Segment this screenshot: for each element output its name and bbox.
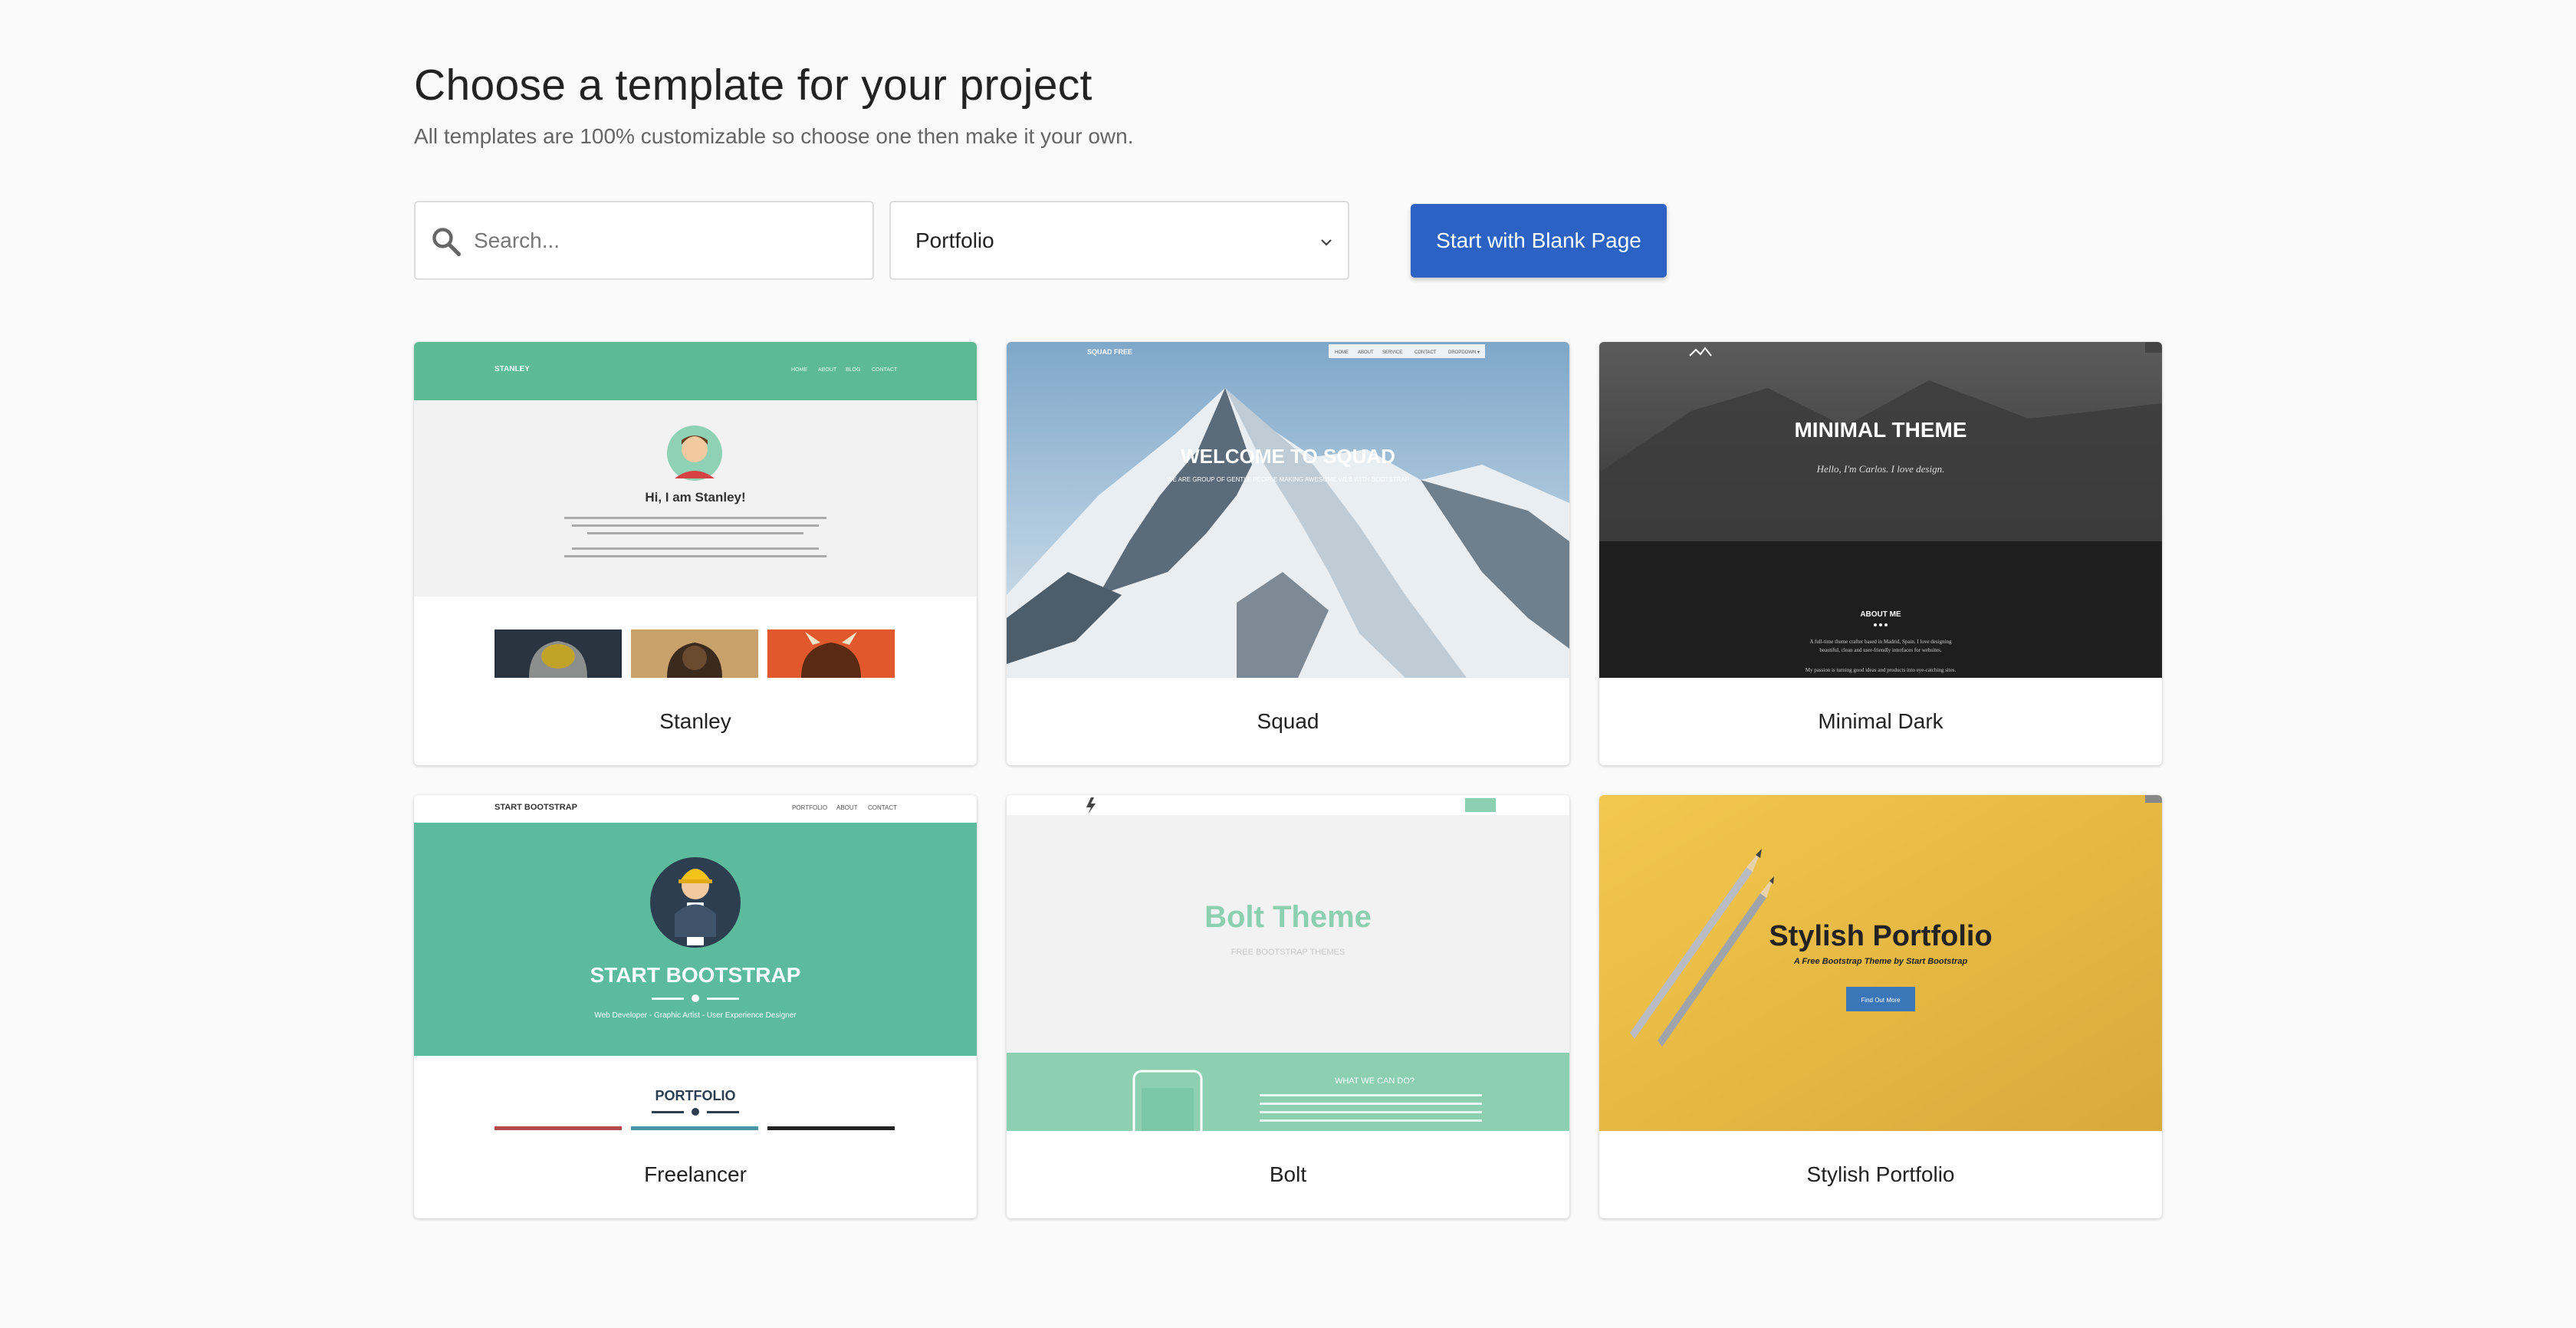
- page-subtitle: All templates are 100% customizable so c…: [414, 124, 1134, 148]
- template-card-freelancer[interactable]: START BOOTSTRAP PORTFOLIO ABOUT CONTACT …: [414, 795, 977, 1218]
- template-card-squad[interactable]: SQUAD FREE HOME ABOUT SERVICE CONTACT DR…: [1007, 342, 1569, 765]
- svg-text:SQUAD FREE: SQUAD FREE: [1087, 348, 1132, 356]
- svg-text:SERVICE: SERVICE: [1382, 350, 1402, 355]
- svg-text:A Free Bootstrap Theme by Star: A Free Bootstrap Theme by Start Bootstra…: [1793, 957, 1968, 966]
- template-preview-minimal-dark: MINIMAL THEME Hello, I'm Carlos. I love …: [1599, 342, 2162, 678]
- template-name: Stanley: [659, 709, 731, 733]
- svg-text:ABOUT: ABOUT: [1358, 350, 1374, 355]
- svg-text:Find Out More: Find Out More: [1861, 997, 1901, 1004]
- svg-text:CONTACT: CONTACT: [868, 804, 897, 811]
- template-card-bolt[interactable]: Bolt Theme FREE BOOTSTRAP THEMES WHAT WE…: [1007, 795, 1569, 1218]
- svg-text:Hello, I'm Carlos. I love desi: Hello, I'm Carlos. I love design.: [1816, 463, 1945, 475]
- template-preview-squad: SQUAD FREE HOME ABOUT SERVICE CONTACT DR…: [1007, 342, 1569, 678]
- svg-text:WELCOME TO SQUAD: WELCOME TO SQUAD: [1181, 445, 1395, 468]
- search-field[interactable]: [414, 201, 874, 280]
- svg-text:HOME: HOME: [1335, 350, 1349, 355]
- template-card-stylish-portfolio[interactable]: Stylish Portfolio A Free Bootstrap Theme…: [1599, 795, 2162, 1218]
- svg-text:CONTACT: CONTACT: [872, 367, 898, 373]
- svg-text:Hi, I am Stanley!: Hi, I am Stanley!: [645, 490, 745, 505]
- svg-text:START BOOTSTRAP: START BOOTSTRAP: [495, 803, 577, 812]
- template-name: Minimal Dark: [1818, 709, 1944, 733]
- svg-text:PORTFOLIO: PORTFOLIO: [792, 804, 827, 811]
- template-card-minimal-dark[interactable]: MINIMAL THEME Hello, I'm Carlos. I love …: [1599, 342, 2162, 765]
- svg-text:ABOUT: ABOUT: [818, 367, 837, 373]
- svg-text:WE ARE GROUP OF GENTLE PEOPLE: WE ARE GROUP OF GENTLE PEOPLE MAKING AWE…: [1167, 476, 1409, 483]
- svg-text:A full-time theme crafter base: A full-time theme crafter based in Madri…: [1809, 639, 1952, 645]
- svg-text:beautiful, clean and user-frie: beautiful, clean and user-friendly inter…: [1819, 647, 1941, 653]
- svg-text:BLOG: BLOG: [846, 367, 860, 373]
- template-preview-freelancer: START BOOTSTRAP PORTFOLIO ABOUT CONTACT …: [414, 795, 977, 1131]
- template-name: Bolt: [1269, 1162, 1307, 1186]
- template-preview-stylish-portfolio: Stylish Portfolio A Free Bootstrap Theme…: [1599, 795, 2162, 1131]
- template-card-stanley[interactable]: STANLEY HOME ABOUT BLOG CONTACT Hi, I am…: [414, 342, 977, 765]
- template-preview-stanley: STANLEY HOME ABOUT BLOG CONTACT Hi, I am…: [414, 342, 977, 678]
- search-icon: [432, 228, 462, 257]
- chevron-down-icon: [1321, 239, 1332, 246]
- template-preview-bolt: Bolt Theme FREE BOOTSTRAP THEMES WHAT WE…: [1007, 795, 1569, 1131]
- start-blank-page-button[interactable]: Start with Blank Page: [1411, 204, 1667, 278]
- svg-text:Web Developer - Graphic Artist: Web Developer - Graphic Artist - User Ex…: [594, 1011, 797, 1020]
- category-select-value: Portfolio: [915, 228, 994, 252]
- svg-text:MINIMAL THEME: MINIMAL THEME: [1794, 418, 1967, 442]
- svg-text:START BOOTSTRAP: START BOOTSTRAP: [590, 963, 801, 987]
- template-name: Stylish Portfolio: [1806, 1162, 1955, 1186]
- svg-text:FREE BOOTSTRAP THEMES: FREE BOOTSTRAP THEMES: [1231, 948, 1346, 957]
- svg-text:PORTFOLIO: PORTFOLIO: [656, 1088, 736, 1103]
- svg-text:DROPDOWN ▾: DROPDOWN ▾: [1448, 350, 1480, 355]
- svg-text:Bolt Theme: Bolt Theme: [1204, 900, 1372, 934]
- page-title: Choose a template for your project: [414, 61, 1092, 110]
- svg-text:WHAT WE CAN DO?: WHAT WE CAN DO?: [1335, 1077, 1414, 1086]
- preview-brand: STANLEY: [495, 365, 530, 373]
- template-name: Freelancer: [644, 1162, 747, 1186]
- svg-text:CONTACT: CONTACT: [1414, 350, 1437, 355]
- category-select[interactable]: Portfolio: [889, 201, 1349, 280]
- svg-text:My passion is turning good ide: My passion is turning good ideas and pro…: [1806, 667, 1957, 673]
- svg-text:HOME: HOME: [791, 367, 807, 373]
- svg-text:ABOUT: ABOUT: [836, 804, 858, 811]
- svg-text:ABOUT ME: ABOUT ME: [1860, 610, 1901, 619]
- template-name: Squad: [1257, 709, 1319, 733]
- search-input[interactable]: [474, 204, 857, 277]
- svg-text:Stylish Portfolio: Stylish Portfolio: [1769, 920, 1992, 952]
